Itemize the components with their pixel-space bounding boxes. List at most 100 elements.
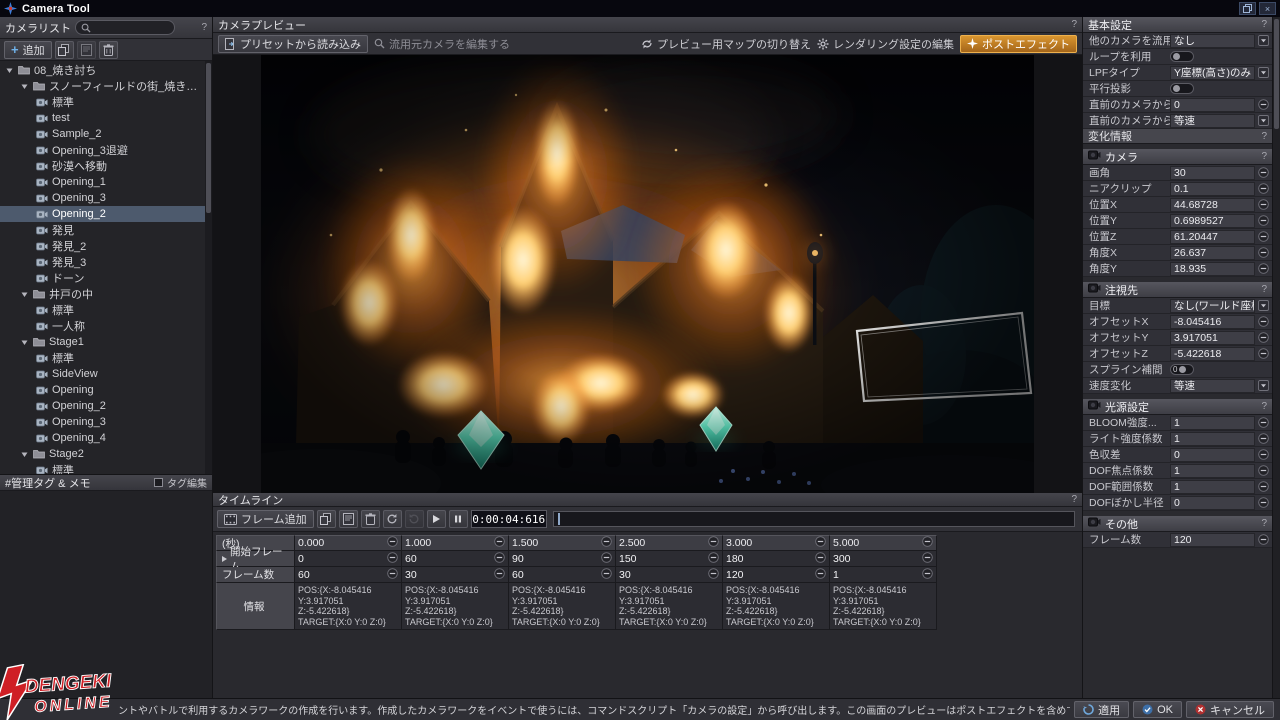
dropdown-icon[interactable] — [1257, 67, 1270, 78]
stepper-icon[interactable] — [1257, 332, 1270, 343]
tree-item[interactable]: 標準 — [0, 94, 212, 110]
timeline-scrubber[interactable] — [553, 511, 1075, 527]
scrollbar-thumb[interactable] — [206, 63, 211, 213]
tree-item[interactable]: 発見_3 — [0, 254, 212, 270]
timeline-count-cell[interactable]: 120 — [723, 567, 830, 583]
help-icon[interactable]: ? — [1261, 518, 1267, 529]
stepper-icon[interactable] — [1257, 263, 1270, 274]
toggle-switch[interactable]: 0 — [1170, 364, 1194, 375]
stepper-icon[interactable] — [1257, 183, 1270, 194]
section-header[interactable]: 基本設定? — [1083, 17, 1272, 33]
tag-edit-checkbox[interactable]: タグ編集 — [154, 475, 207, 490]
stepper-icon[interactable] — [922, 568, 933, 582]
load-preset-button[interactable]: プリセットから読み込み — [218, 35, 368, 53]
property-value[interactable]: 0 — [1170, 98, 1255, 112]
section-header[interactable]: カメラ? — [1083, 149, 1272, 165]
section-header[interactable]: その他? — [1083, 516, 1272, 532]
timeline-sec-cell[interactable]: 0.000 — [295, 535, 402, 551]
stepper-icon[interactable] — [1257, 247, 1270, 258]
tree-item[interactable]: Opening_4 — [0, 430, 212, 446]
timeline-start-cell[interactable]: 300 — [830, 551, 937, 567]
property-value[interactable]: 0 — [1170, 496, 1255, 510]
tree-scrollbar[interactable] — [205, 61, 212, 474]
stepper-icon[interactable] — [1257, 215, 1270, 226]
tags-body[interactable] — [0, 491, 212, 698]
stepper-icon[interactable] — [494, 552, 505, 566]
timeline-start-cell[interactable]: 60 — [402, 551, 509, 567]
stepper-icon[interactable] — [1257, 433, 1270, 444]
dropdown-icon[interactable] — [1257, 35, 1270, 46]
camera-search-box[interactable] — [75, 20, 175, 35]
apply-button[interactable]: 適用 — [1074, 701, 1129, 718]
stepper-icon[interactable] — [815, 568, 826, 582]
delete-frame-button[interactable] — [361, 510, 380, 528]
timeline-start-cell[interactable]: 180 — [723, 551, 830, 567]
stepper-icon[interactable] — [708, 568, 719, 582]
cancel-button[interactable]: キャンセル — [1186, 701, 1274, 718]
edit-source-camera-button[interactable]: 流用元カメラを編集する — [374, 36, 510, 52]
redo-button[interactable] — [383, 510, 402, 528]
help-icon[interactable]: ? — [1261, 151, 1267, 162]
tree-item[interactable]: 一人称 — [0, 318, 212, 334]
delete-camera-button[interactable] — [99, 41, 118, 59]
memo-button[interactable] — [339, 510, 358, 528]
tree-item[interactable]: Opening_3 — [0, 190, 212, 206]
copy-frame-button[interactable] — [317, 510, 336, 528]
stepper-icon[interactable] — [1257, 99, 1270, 110]
preview-viewport[interactable] — [213, 55, 1082, 493]
help-icon[interactable]: ? — [1071, 494, 1077, 505]
property-value[interactable]: -8.045416 — [1170, 315, 1255, 329]
toggle-switch[interactable] — [1170, 83, 1194, 94]
stepper-icon[interactable] — [922, 552, 933, 566]
preview-render[interactable] — [261, 55, 1034, 493]
dropdown-icon[interactable] — [1257, 115, 1270, 126]
stepper-icon[interactable] — [1257, 167, 1270, 178]
section-header[interactable]: 光源設定? — [1083, 399, 1272, 415]
stepper-icon[interactable] — [387, 552, 398, 566]
timeline-count-cell[interactable]: 60 — [509, 567, 616, 583]
tree-item[interactable]: test — [0, 110, 212, 126]
properties-scrollbar[interactable] — [1272, 17, 1280, 698]
stepper-icon[interactable] — [1257, 231, 1270, 242]
stepper-icon[interactable] — [815, 552, 826, 566]
stepper-icon[interactable] — [1257, 417, 1270, 428]
property-value[interactable]: Y座標(高さ)のみ — [1170, 66, 1255, 80]
stepper-icon[interactable] — [601, 552, 612, 566]
help-icon[interactable]: ? — [201, 22, 207, 33]
tree-item[interactable]: SideView — [0, 366, 212, 382]
render-settings-button[interactable]: レンダリング設定の編集 — [817, 36, 954, 52]
titlebar[interactable]: Camera Tool × — [0, 0, 1280, 17]
property-value[interactable]: 1 — [1170, 464, 1255, 478]
timeline-start-cell[interactable]: 0 — [295, 551, 402, 567]
dropdown-icon[interactable] — [1257, 300, 1270, 311]
dropdown-icon[interactable] — [1257, 380, 1270, 391]
property-value[interactable]: 61.20447 — [1170, 230, 1255, 244]
stepper-icon[interactable] — [708, 536, 719, 550]
tree-folder[interactable]: スノーフィールドの街_焼き討ち — [0, 78, 212, 94]
scrollbar-thumb[interactable] — [1274, 19, 1279, 129]
property-value[interactable]: 等速 — [1170, 379, 1255, 393]
restore-button[interactable] — [1239, 2, 1256, 15]
property-value[interactable]: 0 — [1170, 448, 1255, 462]
add-camera-button[interactable]: + 追加 — [4, 41, 52, 59]
undo-button[interactable] — [405, 510, 424, 528]
property-value[interactable]: なし(ワールド座標) — [1170, 299, 1255, 313]
pause-button[interactable] — [449, 510, 468, 528]
stepper-icon[interactable] — [601, 536, 612, 550]
stepper-icon[interactable] — [601, 568, 612, 582]
property-value[interactable]: なし — [1170, 34, 1255, 48]
tree-item[interactable]: 発見_2 — [0, 238, 212, 254]
timeline-sec-cell[interactable]: 1.000 — [402, 535, 509, 551]
property-value[interactable]: 0.1 — [1170, 182, 1255, 196]
play-button[interactable] — [427, 510, 446, 528]
help-icon[interactable]: ? — [1261, 401, 1267, 412]
close-button[interactable]: × — [1259, 2, 1276, 15]
toggle-switch[interactable] — [1170, 51, 1194, 62]
post-effect-button[interactable]: ポストエフェクト — [960, 35, 1077, 53]
stepper-icon[interactable] — [1257, 465, 1270, 476]
tree-folder[interactable]: Stage2 — [0, 446, 212, 462]
tree-item[interactable]: Opening_3退避 — [0, 142, 212, 158]
stepper-icon[interactable] — [708, 552, 719, 566]
stepper-icon[interactable] — [815, 536, 826, 550]
tree-item[interactable]: 砂漠へ移動 — [0, 158, 212, 174]
